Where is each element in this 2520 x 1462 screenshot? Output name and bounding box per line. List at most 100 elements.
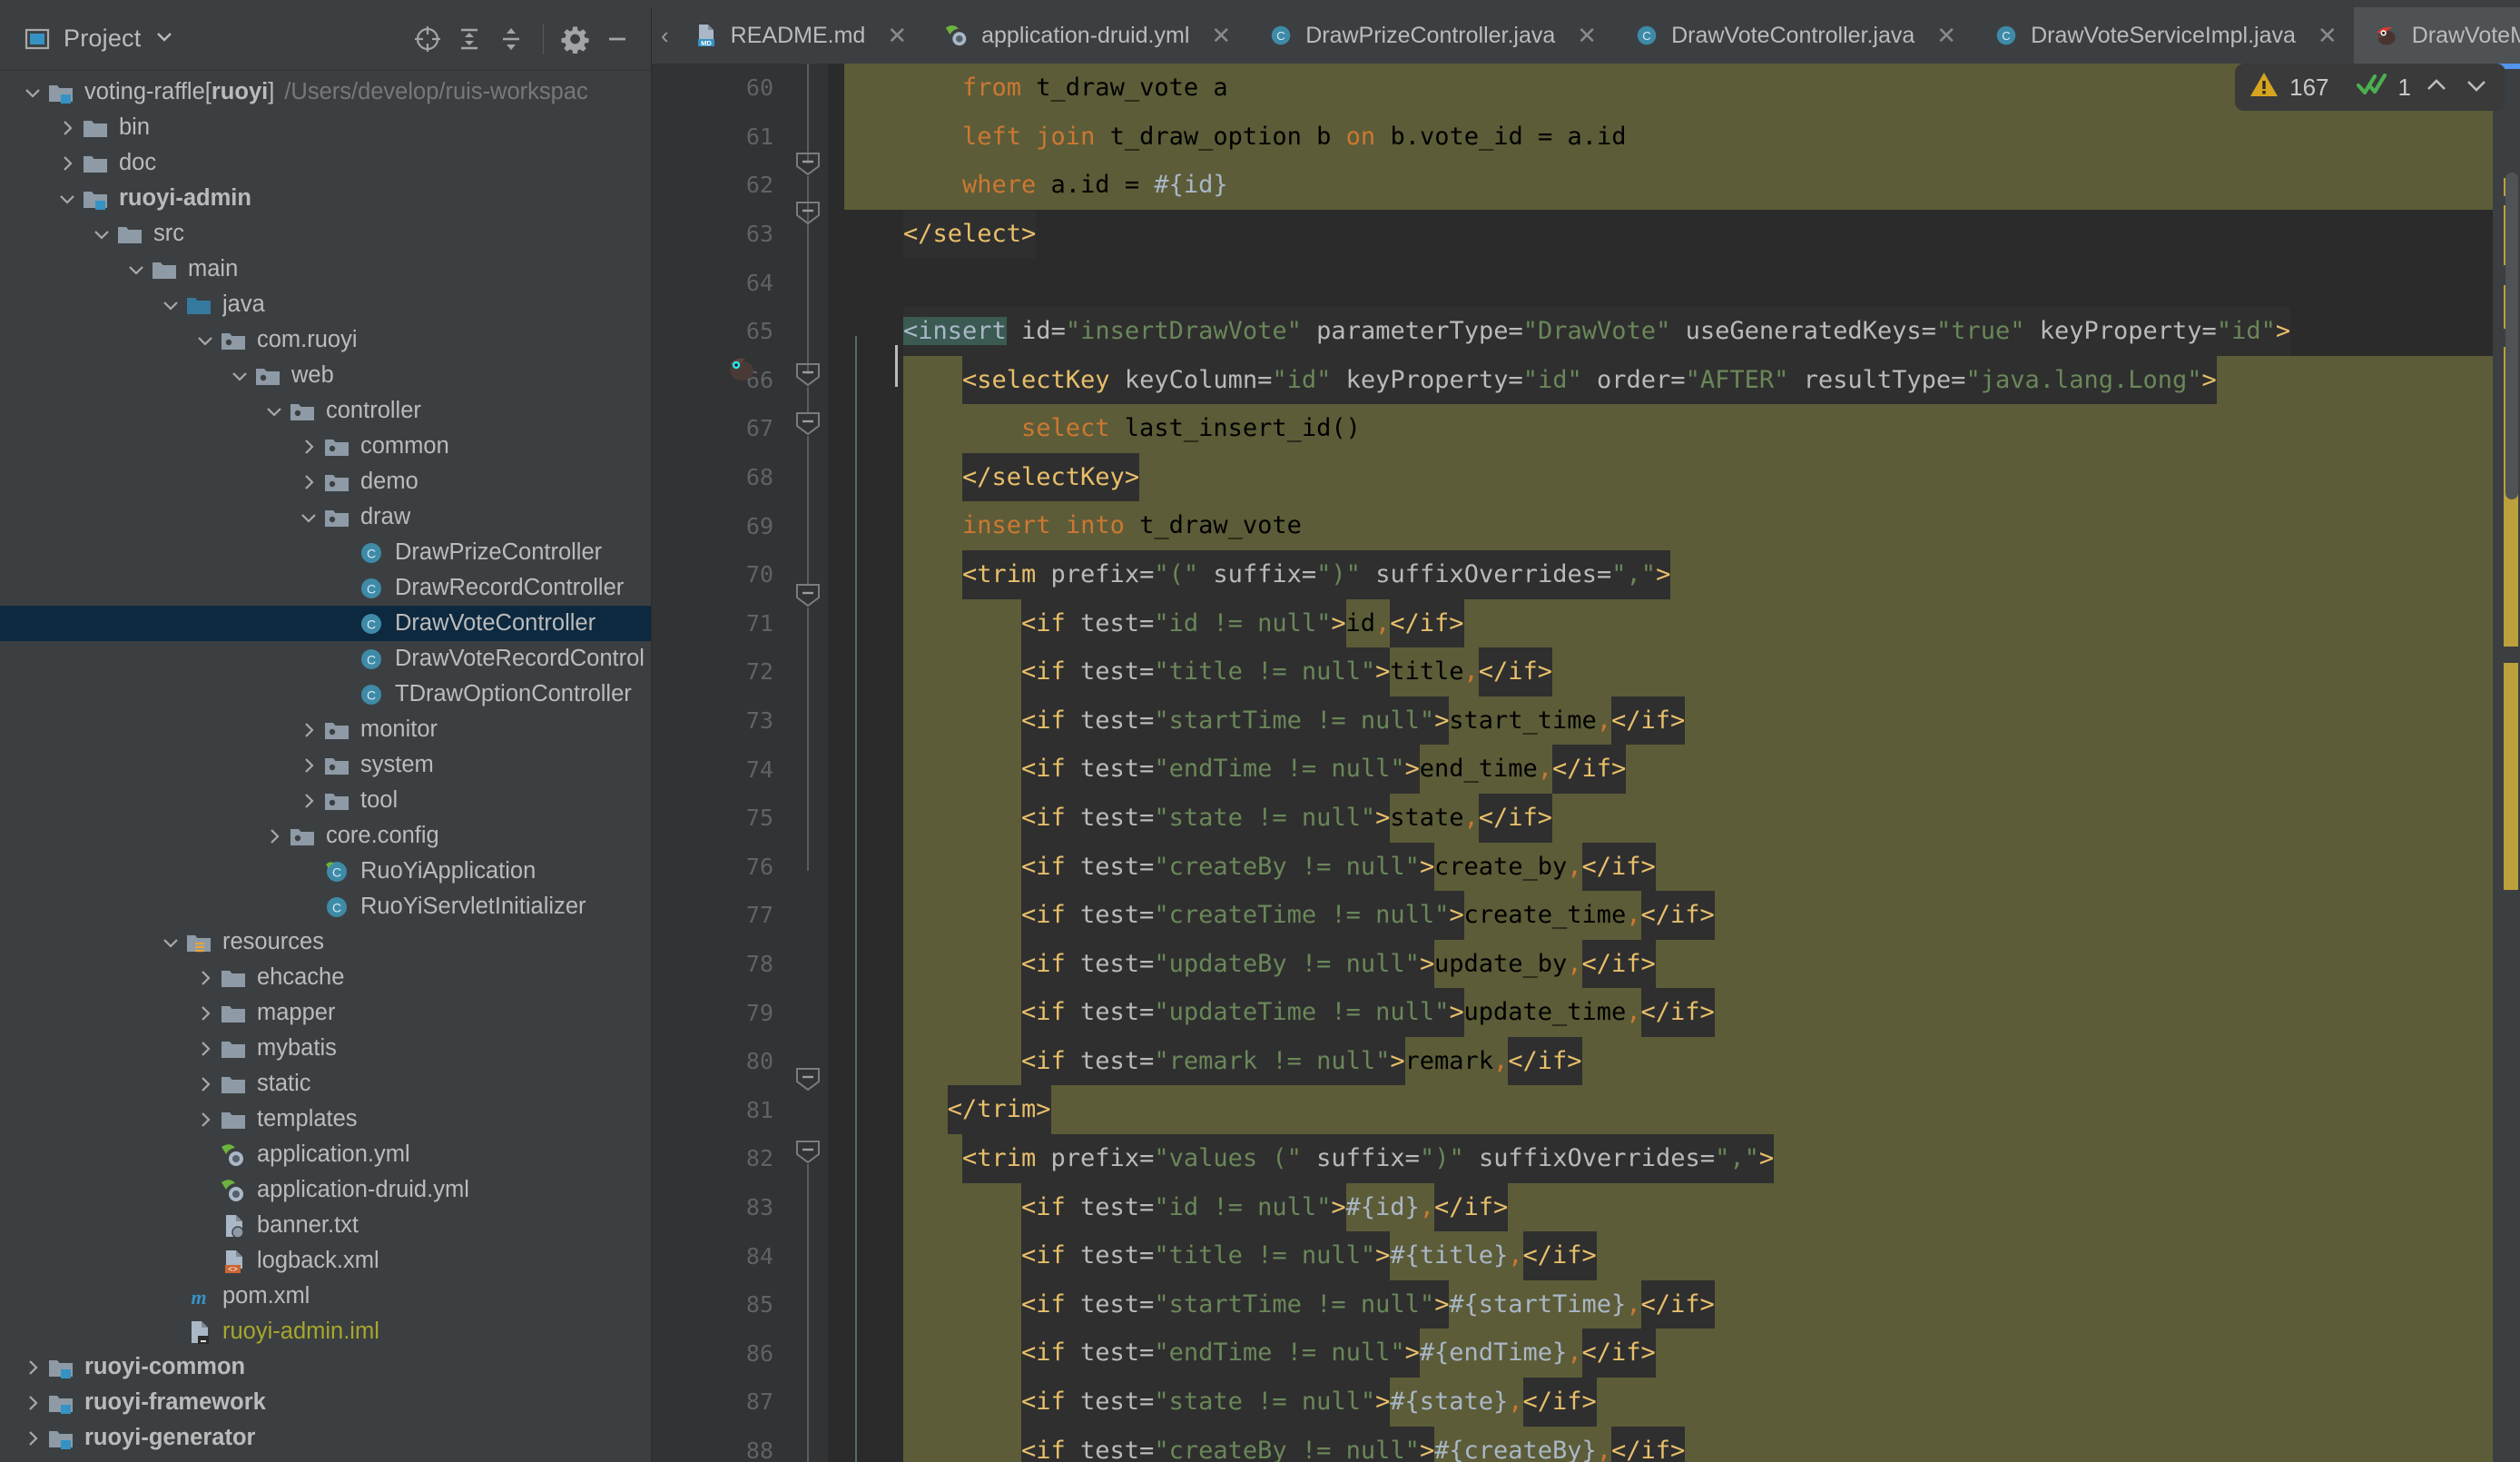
chevron-right-icon[interactable] <box>192 1004 218 1022</box>
tree-node-templates[interactable]: templates <box>0 1101 651 1137</box>
tree-node-bin[interactable]: bin <box>0 110 651 145</box>
code-line[interactable]: <if test="startTime != null"> #{startTime… <box>828 1279 2493 1329</box>
code-line[interactable]: <trim prefix="values (" suffix=")" suffi… <box>828 1134 2493 1183</box>
code-line[interactable]: <if test="remark != null"> remark, </if> <box>828 1036 2493 1086</box>
code-line[interactable]: <if test="updateTime != null"> update_tim… <box>828 988 2493 1037</box>
chevron-down-icon[interactable] <box>20 86 45 99</box>
code-line[interactable]: <if test="state != null"> state, </if> <box>828 793 2493 843</box>
chevron-right-icon[interactable] <box>296 721 321 739</box>
chevron-right-icon[interactable] <box>192 1075 218 1093</box>
tree-node-common[interactable]: common <box>0 429 651 464</box>
chevron-down-icon[interactable] <box>54 193 80 205</box>
tree-node-drawvoterecordcontroll[interactable]: C DrawVoteRecordControll <box>0 641 651 677</box>
code-line[interactable]: where a.id = #{id} <box>828 161 2493 210</box>
chevron-down-icon[interactable] <box>192 334 218 347</box>
tree-node-static[interactable]: static <box>0 1066 651 1101</box>
close-icon[interactable]: ✕ <box>1577 24 1597 47</box>
tree-node-banner.txt[interactable]: banner.txt <box>0 1208 651 1243</box>
code-line[interactable]: insert into t_draw_vote <box>828 501 2493 550</box>
chevron-right-icon[interactable] <box>192 1111 218 1129</box>
editor-tab-drawprizecontroller-java[interactable]: C DrawPrizeController.java ✕ <box>1247 7 1613 64</box>
locate-icon[interactable] <box>407 18 448 60</box>
tree-node-application.yml[interactable]: application.yml <box>0 1137 651 1172</box>
chevron-down-icon[interactable] <box>158 299 183 311</box>
editor-tab-application-druid-yml[interactable]: application-druid.yml ✕ <box>923 7 1247 64</box>
fold-column[interactable] <box>788 64 828 1462</box>
fold-marker-63[interactable] <box>793 199 822 226</box>
close-icon[interactable]: ✕ <box>2318 24 2338 47</box>
editor-gutter[interactable]: 60 61 62 63 64 65 66 67 68 69 70 71 72 73 74 75 76 77 78 79… <box>652 64 788 1462</box>
tree-node-tdrawoptioncontroller[interactable]: C TDrawOptionController <box>0 677 651 712</box>
tree-node-doc[interactable]: doc <box>0 145 651 181</box>
code-line[interactable]: <if test="title != null"> #{title}, </if> <box>828 1231 2493 1280</box>
chevron-right-icon[interactable] <box>192 969 218 987</box>
editor-tab-drawvotecontroller-java[interactable]: C DrawVoteController.java ✕ <box>1613 7 1973 64</box>
tree-node-web[interactable]: web <box>0 358 651 393</box>
collapse-all-icon[interactable] <box>490 18 532 60</box>
tree-node-ehcache[interactable]: ehcache <box>0 960 651 995</box>
code-line[interactable]: </selectKey> <box>828 452 2493 502</box>
code-content[interactable]: from t_draw_vote a left join t_draw_optio… <box>828 64 2493 1462</box>
tree-node-ruoyi-admin[interactable]: ruoyi-admin <box>0 181 651 216</box>
code-line[interactable]: left join t_draw_option b on b.vote_id =… <box>828 112 2493 162</box>
tree-node-com.ruoyi[interactable]: com.ruoyi <box>0 322 651 358</box>
code-line[interactable]: <if test="createBy != null"> #{createBy},… <box>828 1426 2493 1462</box>
code-line[interactable]: <if test="id != null"> id, </if> <box>828 598 2493 648</box>
chevron-down-icon[interactable] <box>123 263 149 276</box>
code-viewport[interactable]: from t_draw_vote a left join t_draw_optio… <box>828 64 2493 1462</box>
tree-node-monitor[interactable]: monitor <box>0 712 651 747</box>
code-line[interactable]: </trim> <box>828 1085 2493 1135</box>
tree-node-application-druid.yml[interactable]: application-druid.yml <box>0 1172 651 1208</box>
code-line[interactable]: <if test="endTime != null"> end_time, </if… <box>828 745 2493 794</box>
code-line[interactable]: <if test="startTime != null"> start_time,… <box>828 696 2493 746</box>
project-tree[interactable]: voting-raffle [ruoyi] /Users/develop/ruis… <box>0 71 651 1462</box>
tree-node-ruoyi-framework[interactable]: ruoyi-framework <box>0 1385 651 1420</box>
editor-tab-bar[interactable]: ‹ MD README.md ✕ application-druid.yml ✕ C Draw… <box>652 7 2520 64</box>
chevron-right-icon[interactable] <box>54 154 80 173</box>
mybatis-statement-gutter-icon[interactable] <box>724 352 761 388</box>
tree-node-pom.xml[interactable]: m pom.xml <box>0 1279 651 1314</box>
code-line[interactable]: <selectKey keyColumn="id" keyProperty="i… <box>828 355 2493 405</box>
code-line[interactable]: <if test="endTime != null"> #{endTime}, </… <box>828 1329 2493 1378</box>
editor-tab-drawvoteserviceimpl-java[interactable]: C DrawVoteServiceImpl.java ✕ <box>1973 7 2354 64</box>
close-icon[interactable]: ✕ <box>1211 24 1231 47</box>
chevron-down-icon[interactable] <box>155 30 173 47</box>
tree-node-ruoyi-common[interactable]: ruoyi-common <box>0 1349 651 1385</box>
code-line[interactable]: <if test="updateBy != null"> update_by, </… <box>828 939 2493 989</box>
tree-node-main[interactable]: main <box>0 252 651 287</box>
fold-marker-70[interactable] <box>793 581 822 608</box>
chevron-right-icon[interactable] <box>20 1394 45 1412</box>
code-line[interactable]: select last_insert_id() <box>828 404 2493 453</box>
chevron-right-icon[interactable] <box>20 1429 45 1447</box>
tree-node-controller[interactable]: controller <box>0 393 651 429</box>
tree-node-ruoyiservletinitializer[interactable]: C RuoYiServletInitializer <box>0 889 651 924</box>
tree-node-ruoyi-generator[interactable]: ruoyi-generator <box>0 1420 651 1456</box>
fold-marker-66[interactable] <box>793 410 822 437</box>
fold-marker-82[interactable] <box>793 1138 822 1165</box>
tree-node-java[interactable]: java <box>0 287 651 322</box>
tree-node-logback.xml[interactable]: <> logback.xml <box>0 1243 651 1279</box>
close-icon[interactable]: ✕ <box>1936 24 1956 47</box>
tree-node-resources[interactable]: resources <box>0 924 651 960</box>
tree-node-mybatis[interactable]: mybatis <box>0 1031 651 1066</box>
tree-node-ruoyiapplication[interactable]: C RuoYiApplication <box>0 854 651 889</box>
hide-panel-icon[interactable] <box>596 18 638 60</box>
chevron-down-icon[interactable] <box>89 228 114 241</box>
editor-tab-drawvotemapper-xml[interactable]: DrawVoteMapper.xml✕ <box>2353 7 2520 64</box>
editor-tab-readme-md[interactable]: MD README.md ✕ <box>673 7 923 64</box>
tree-node-draw[interactable]: draw <box>0 499 651 535</box>
code-line[interactable]: <if test="title != null"> title, </if> <box>828 647 2493 696</box>
chevron-down-icon[interactable] <box>227 370 252 382</box>
error-stripe-column[interactable] <box>2493 64 2520 1462</box>
tab-scroll-left-icon[interactable]: ‹ <box>652 7 673 64</box>
code-line[interactable]: <if test="createBy != null"> create_by, </… <box>828 842 2493 892</box>
tree-node-tool[interactable]: tool <box>0 783 651 818</box>
chevron-down-icon[interactable] <box>261 405 287 418</box>
code-line[interactable]: <if test="id != null"> #{id}, </if> <box>828 1182 2493 1232</box>
code-line[interactable]: </select> <box>828 209 2493 259</box>
chevron-right-icon[interactable] <box>20 1358 45 1377</box>
stripe-warning-5[interactable] <box>2504 663 2518 890</box>
tree-node-system[interactable]: system <box>0 747 651 783</box>
chevron-right-icon[interactable] <box>296 438 321 456</box>
fold-marker-62[interactable] <box>793 150 822 177</box>
